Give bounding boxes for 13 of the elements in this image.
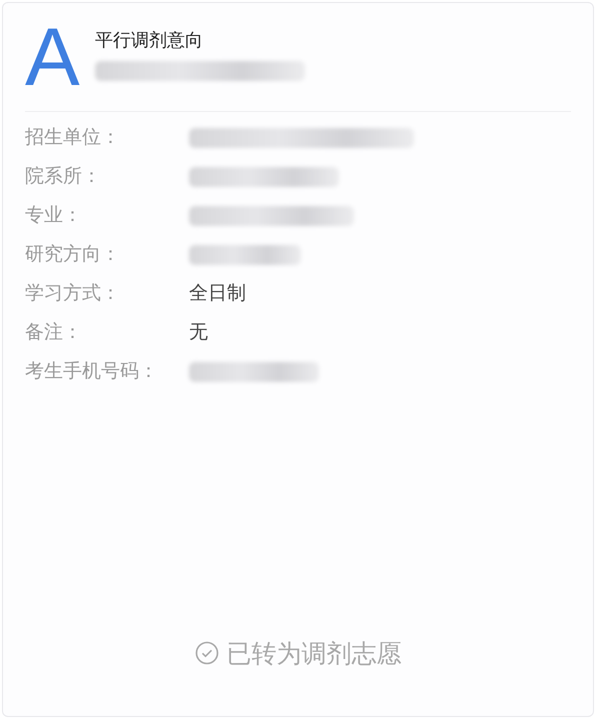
field-label: 研究方向： xyxy=(25,242,121,268)
letter-logo: A xyxy=(25,25,81,91)
status-text: 已转为调剂志愿 xyxy=(226,638,402,670)
field-label: 学习方式： xyxy=(25,281,121,306)
field-label: 专业： xyxy=(25,203,83,228)
field-value: 全日制 xyxy=(189,281,246,306)
check-circle-icon xyxy=(194,641,218,666)
field-label: 备注： xyxy=(25,320,83,346)
field-label: 招生单位： xyxy=(25,125,121,150)
field-value: 无 xyxy=(189,320,208,346)
field-label: 考生手机号码： xyxy=(25,359,159,384)
field-label: 院系所： xyxy=(25,164,102,190)
card-title: 平行调剂意向 xyxy=(95,29,204,53)
